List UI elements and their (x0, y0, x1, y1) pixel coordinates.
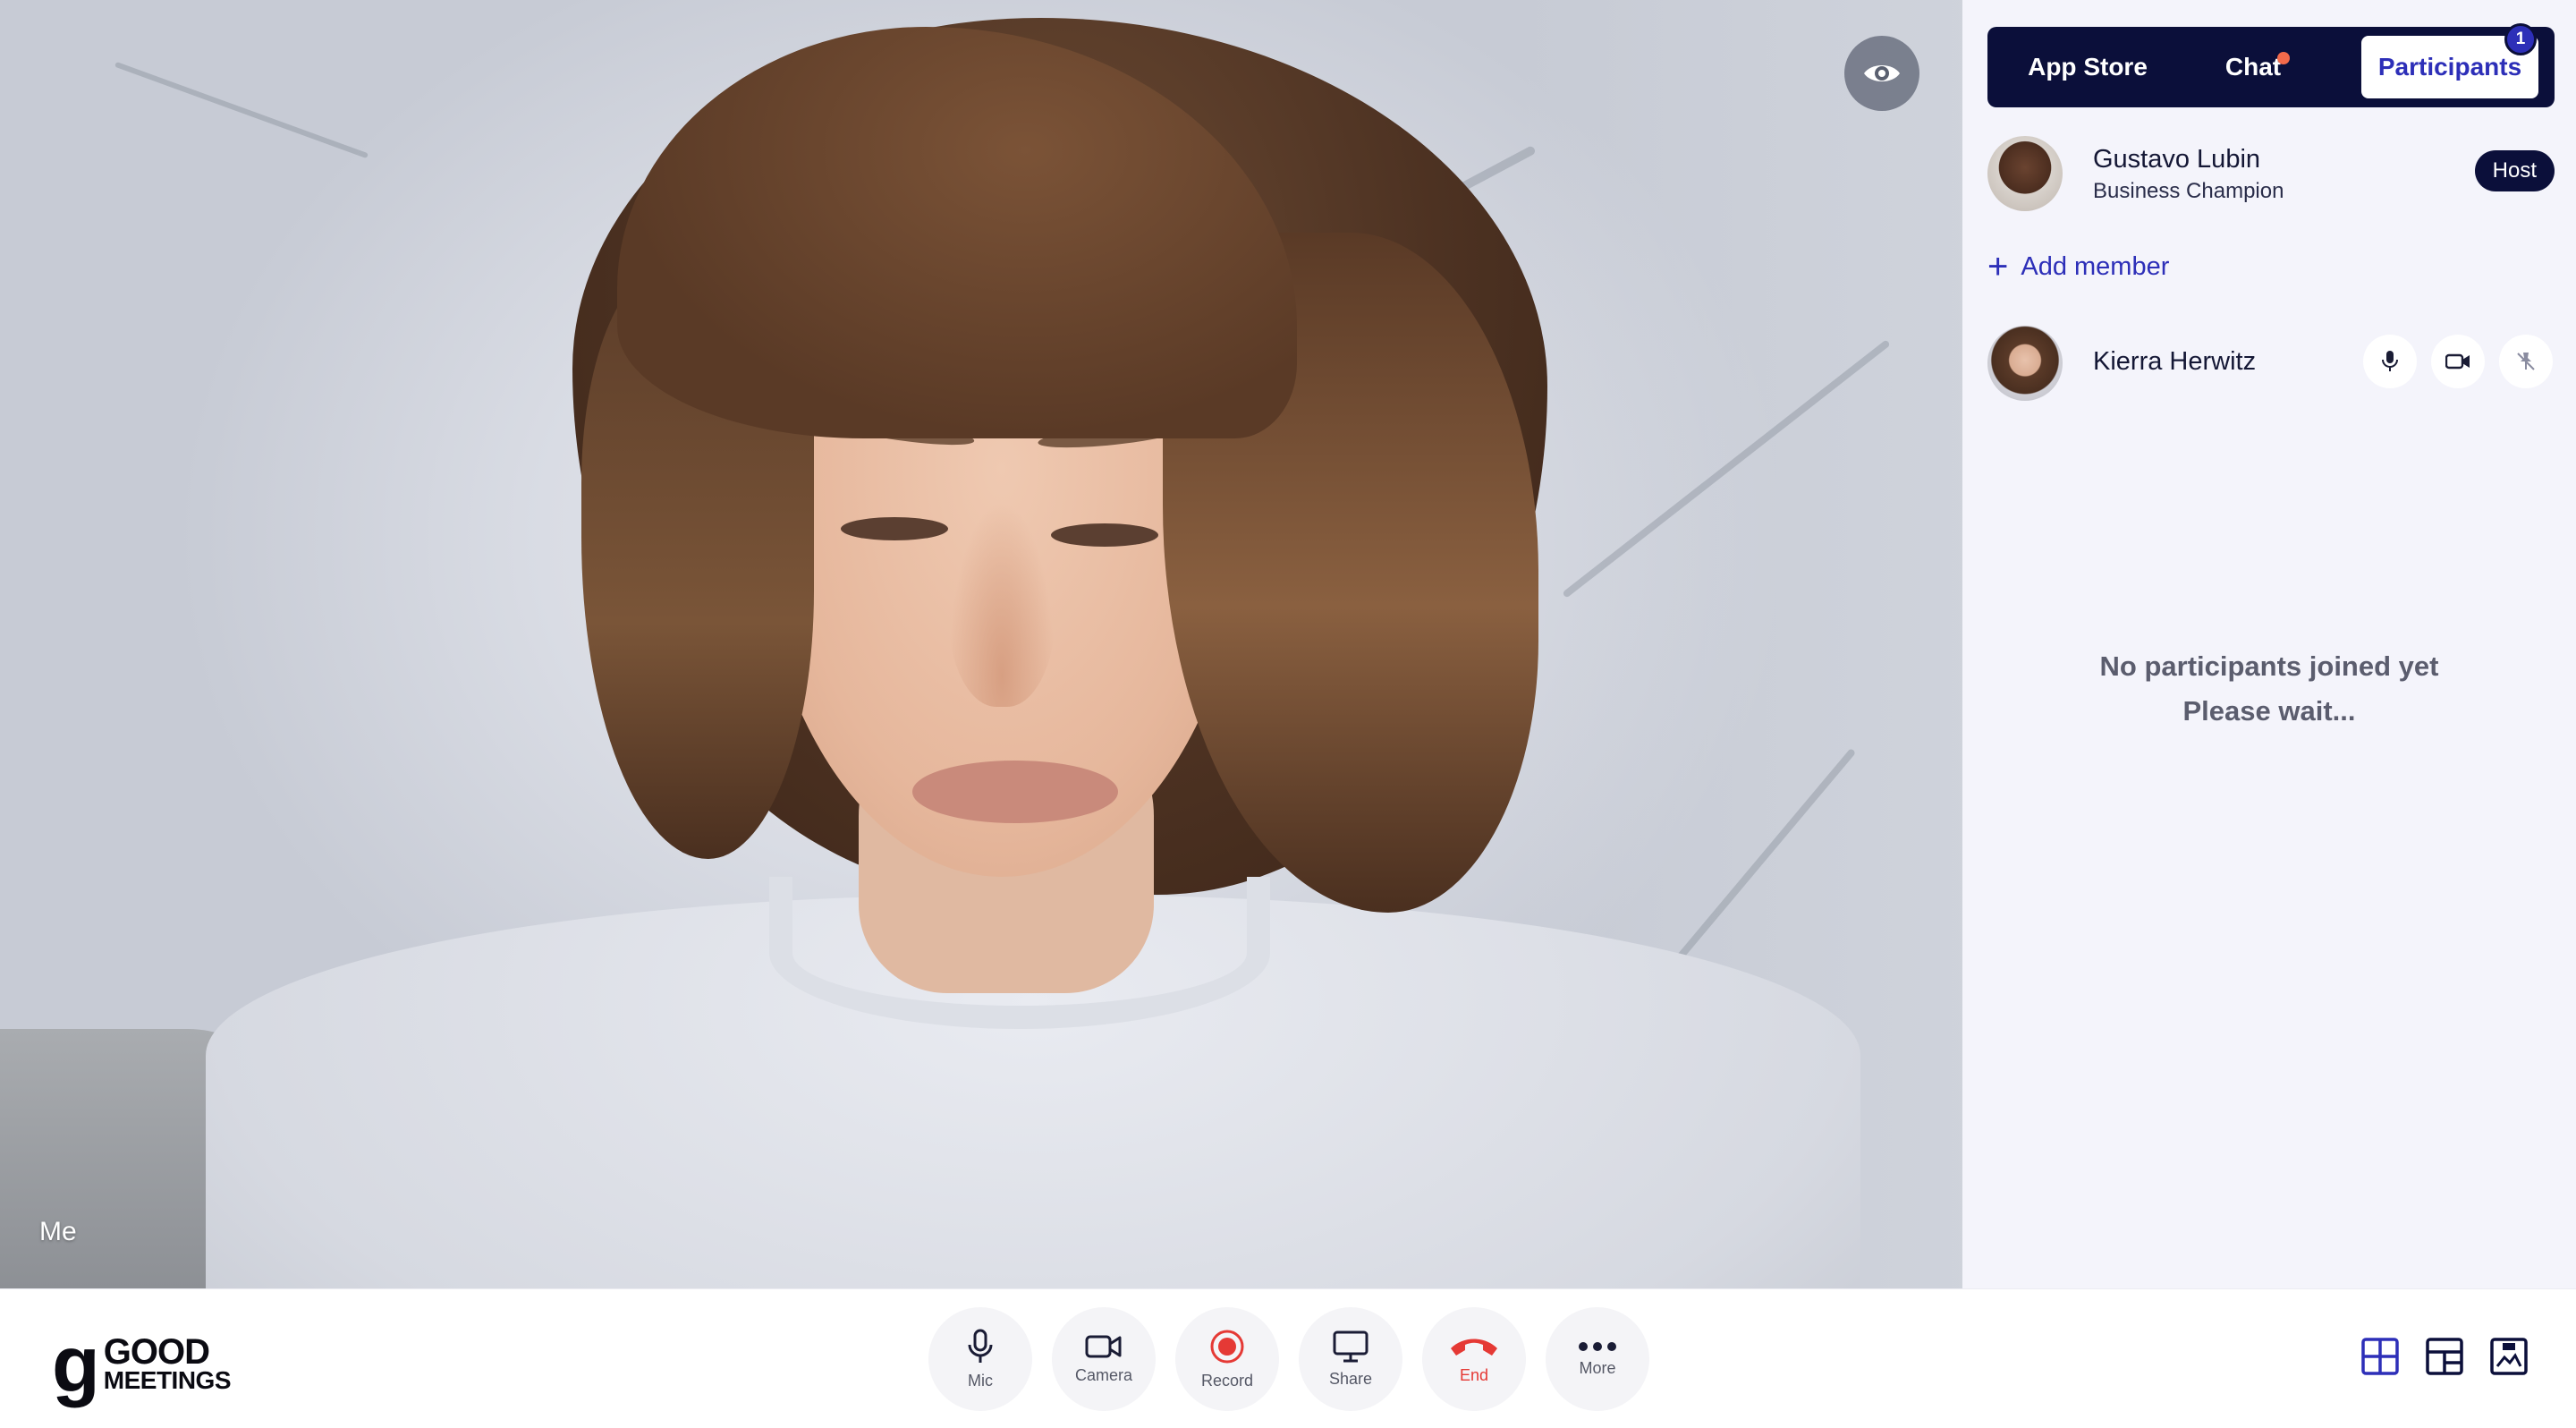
control-label: End (1459, 1365, 1489, 1384)
speaker-layout-icon (2490, 1338, 2528, 1375)
pin-off-icon (2517, 353, 2535, 370)
sidebar-tabs: App Store Chat Participants 1 (1987, 23, 2555, 107)
control-label: Record (1200, 1371, 1254, 1390)
grid-layout-button[interactable] (2360, 1336, 2401, 1377)
mic-icon (2382, 351, 2398, 371)
view-toggle-button[interactable] (1844, 36, 1919, 111)
end-call-button[interactable]: End (1422, 1307, 1526, 1411)
unread-dot (2277, 52, 2290, 64)
tab-app-store[interactable]: App Store (1998, 36, 2177, 98)
add-member-label: Add member (2021, 251, 2170, 281)
empty-state-message: No participants joined yet Please wait..… (1962, 644, 2576, 734)
meeting-app: Me App Store Chat Participants 1 Gustavo… (0, 0, 2576, 1428)
avatar (1987, 326, 2063, 401)
participant-role: Business Champion (2093, 179, 2284, 203)
control-label: Camera (1074, 1365, 1133, 1384)
member-pin-button[interactable] (2499, 335, 2553, 388)
tab-chat[interactable]: Chat (2177, 36, 2329, 98)
member-row: Kierra Herwitz (1987, 324, 2555, 403)
layout-switcher (2360, 1336, 2529, 1377)
mic-icon (968, 1329, 993, 1363)
sidebar-layout-button[interactable] (2424, 1336, 2465, 1377)
call-controls: Mic Camera Record Share End More (928, 1307, 1649, 1411)
split-layout-icon (2426, 1338, 2463, 1375)
camera-button[interactable]: Camera (1052, 1307, 1156, 1411)
camera-icon (1085, 1335, 1122, 1357)
main-video: Me (0, 0, 1962, 1288)
record-icon (1210, 1330, 1244, 1363)
participant-video-feed (0, 0, 1962, 1288)
member-mic-button[interactable] (2363, 335, 2417, 388)
participant-count-badge: 1 (2504, 23, 2537, 55)
empty-state-line: Please wait... (2182, 695, 2356, 727)
logo-line: MEETINGS (103, 1366, 232, 1394)
share-button[interactable]: Share (1299, 1307, 1402, 1411)
host-badge: Host (2474, 150, 2555, 191)
avatar (1987, 136, 2063, 211)
control-bar: g GOOD MEETINGS Mic Camera Record Share … (0, 1288, 2576, 1428)
mic-button[interactable]: Mic (928, 1307, 1032, 1411)
participants-sidebar: App Store Chat Participants 1 Gustavo Lu… (1962, 0, 2576, 1288)
participant-name: Gustavo Lubin (2093, 145, 2261, 174)
speaker-layout-button[interactable] (2488, 1336, 2529, 1377)
control-label: Mic (968, 1371, 993, 1390)
participant-name: Kierra Herwitz (2093, 347, 2257, 376)
control-label: More (1579, 1358, 1616, 1377)
logo-mark: g (52, 1320, 100, 1408)
more-icon (1579, 1341, 1616, 1351)
plus-icon: + (1987, 247, 2009, 286)
empty-state-line: No participants joined yet (2099, 650, 2439, 682)
good-meetings-logo: g GOOD MEETINGS (52, 1320, 232, 1408)
logo-line: GOOD (103, 1332, 210, 1372)
grid-layout-icon (2361, 1338, 2399, 1375)
tab-participants[interactable]: Participants 1 (2361, 23, 2538, 98)
host-participant: Gustavo Lubin Business Champion Host (1987, 134, 2555, 213)
tab-label: Participants (2377, 53, 2522, 81)
member-camera-button[interactable] (2431, 335, 2485, 388)
more-button[interactable]: More (1546, 1307, 1649, 1411)
control-label: Share (1328, 1369, 1373, 1388)
tab-label: Chat (2224, 53, 2282, 81)
self-video-label: Me (39, 1217, 77, 1246)
share-screen-icon (1333, 1330, 1368, 1362)
tab-label: App Store (2028, 53, 2148, 81)
record-button[interactable]: Record (1175, 1307, 1279, 1411)
end-call-icon (1451, 1339, 1497, 1356)
eye-icon (1864, 65, 1900, 81)
add-member-button[interactable]: + Add member (1987, 249, 2169, 285)
camera-icon (2445, 353, 2470, 370)
